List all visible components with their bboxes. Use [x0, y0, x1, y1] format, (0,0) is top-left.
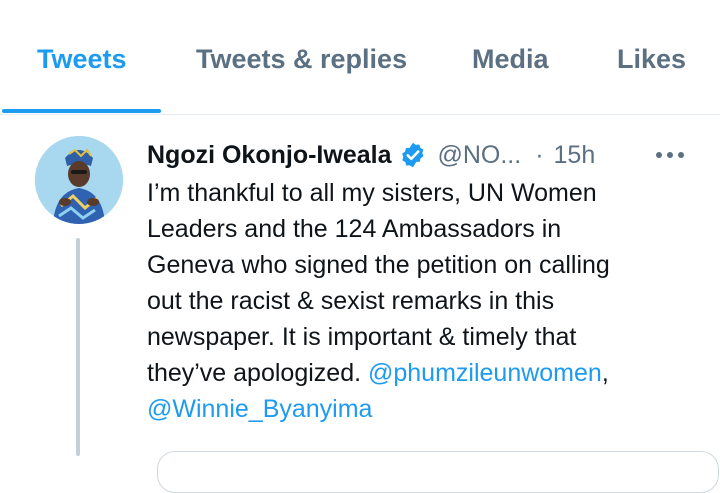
mention-link[interactable]: @Winnie_Byanyima	[147, 395, 372, 423]
verified-badge-icon	[402, 142, 424, 168]
tweet-text-line-mention: @Winnie_Byanyima	[147, 391, 707, 427]
author-name[interactable]: Ngozi Okonjo-Iweala	[147, 141, 391, 170]
tweet-header: Ngozi Okonjo-Iweala @NO... · 15h	[147, 138, 595, 172]
tweet-text-line: out the racist & sexist remarks in this	[147, 287, 555, 315]
avatar[interactable]	[35, 136, 123, 224]
mention-separator: ,	[601, 359, 609, 387]
more-options-icon[interactable]	[654, 150, 686, 160]
profile-tabs: Tweets Tweets & replies Media Likes	[0, 0, 720, 115]
tweet-text-line: I’m thankful to all my sisters, UN Women	[147, 179, 597, 207]
author-handle[interactable]: @NO...	[437, 141, 521, 170]
tweet-text-line: Leaders and the 124 Ambassadors in	[147, 215, 562, 243]
active-tab-indicator	[2, 109, 161, 113]
avatar-image	[35, 136, 123, 224]
tab-media[interactable]: Media	[472, 44, 549, 84]
tweet-text-line: Geneva who signed the petition on callin…	[147, 251, 610, 279]
tweet-text-line-with-mention: they’ve apologized. @phumzileunwomen,	[147, 355, 707, 391]
tab-tweets-and-replies[interactable]: Tweets & replies	[196, 44, 407, 84]
tab-likes[interactable]: Likes	[617, 44, 686, 84]
thread-line	[76, 238, 80, 456]
tweet-timestamp[interactable]: 15h	[554, 141, 596, 170]
tweet-text: I’m thankful to all my sisters, UN Women…	[147, 175, 707, 427]
tweet-text-line: newspaper. It is important & timely that	[147, 323, 577, 351]
tab-tweets[interactable]: Tweets	[37, 44, 127, 84]
tweet-text-fragment: they’ve apologized.	[147, 359, 368, 387]
quoted-tweet-card[interactable]	[157, 451, 719, 493]
header-separator: ·	[535, 140, 544, 169]
mention-link[interactable]: @phumzileunwomen	[368, 359, 602, 387]
